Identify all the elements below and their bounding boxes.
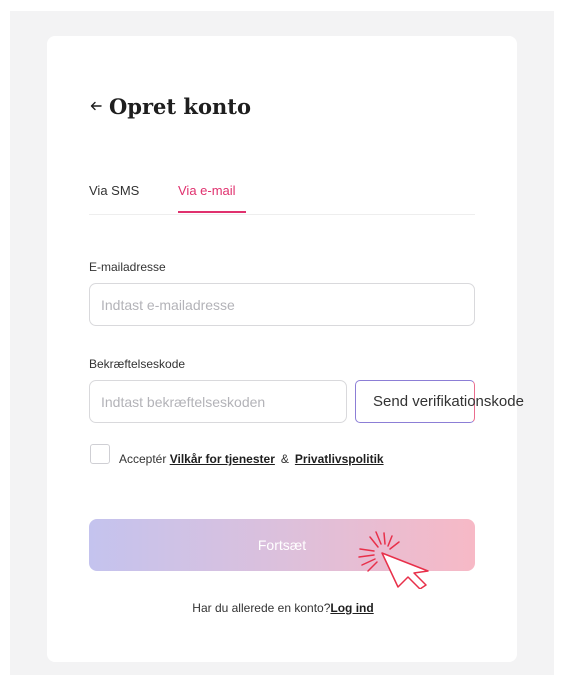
tab-via-email[interactable]: Via e-mail [178,183,236,198]
verification-code-input[interactable] [89,380,347,423]
consent-prefix: Acceptér [119,452,167,466]
login-link[interactable]: Log ind [330,601,373,615]
active-tab-indicator [178,211,246,213]
consent-separator: & [280,452,289,466]
tab-via-sms[interactable]: Via SMS [89,183,139,198]
privacy-link[interactable]: Privatlivspolitik [295,452,384,466]
login-prompt: Har du allerede en konto?Log ind [0,601,566,615]
consent-checkbox[interactable] [90,444,110,464]
click-cursor-icon [358,531,429,589]
page-title: Opret konto [109,93,251,119]
email-label: E-mailadresse [89,260,166,274]
send-verification-code-button[interactable]: Send verifikationskode [355,380,524,423]
tab-bar: Via SMS Via e-mail [89,180,475,215]
arrow-left-icon[interactable] [89,98,105,114]
terms-link[interactable]: Vilkår for tjenester [170,452,275,466]
code-label: Bekræftelseskode [89,357,186,371]
email-input[interactable] [89,283,475,326]
consent-text: Acceptér Vilkår for tjenester & Privatlivs… [119,452,384,466]
header: Opret konto [89,88,251,124]
login-question: Har du allerede en konto? [192,601,331,615]
